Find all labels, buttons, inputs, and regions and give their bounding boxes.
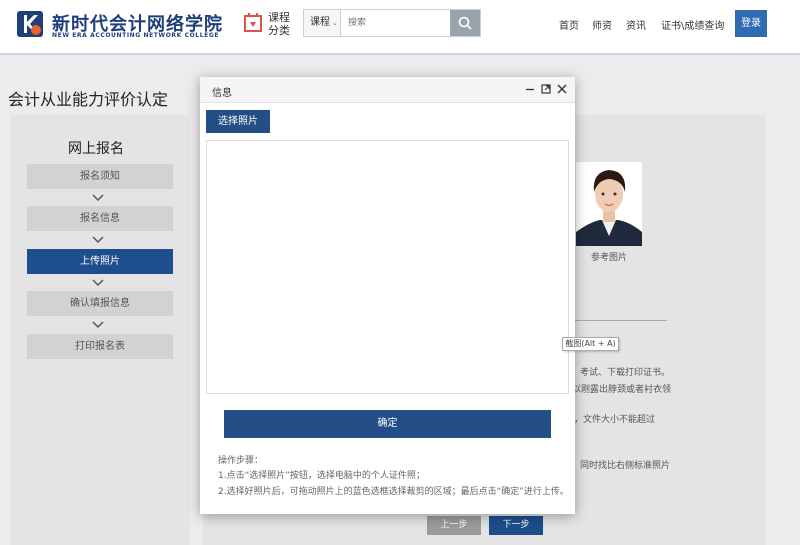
tip-text: ，文件大小不能超过 <box>574 415 656 425</box>
prev-step-button[interactable]: 上一步 <box>427 516 481 535</box>
nav-teachers[interactable]: 师资 <box>592 17 612 32</box>
screenshot-tooltip: 截图(Alt + A) <box>562 337 619 351</box>
instruction-step-2: 2.选择好照片后，可拖动照片上的蓝色选框选择裁剪的区域；最后点击“确定”进行上传… <box>218 487 569 497</box>
logo-icon[interactable] <box>16 10 44 38</box>
nav-home[interactable]: 首页 <box>559 17 579 32</box>
sidebar: 网上报名 报名须知 报名信息 上传照片 确认填报信息 打印报名表 <box>10 115 190 545</box>
reference-photo-label: 参考图片 <box>591 253 628 263</box>
next-step-button[interactable]: 下一步 <box>489 516 543 535</box>
dialog-title: 信息 <box>212 88 232 99</box>
chevron-down-icon: ⌄ <box>332 19 338 27</box>
instructions-title: 操作步骤： <box>218 456 264 466</box>
reference-photo <box>576 162 642 246</box>
search-icon <box>458 16 472 30</box>
chevron-down-icon <box>92 194 104 202</box>
search-button[interactable] <box>450 10 480 36</box>
page-title: 会计从业能力评价认定 <box>8 90 169 109</box>
instruction-step-1: 1.点击“选择照片”按钮，选择电脑中的个人证件照； <box>218 471 425 481</box>
step-print-form[interactable]: 打印报名表 <box>27 334 173 359</box>
chevron-down-icon <box>92 321 104 329</box>
maximize-icon[interactable] <box>540 83 552 95</box>
sidebar-heading: 网上报名 <box>68 141 124 157</box>
search-input[interactable] <box>342 10 450 36</box>
choose-photo-button[interactable]: 选择照片 <box>206 110 270 133</box>
chevron-down-icon <box>92 279 104 287</box>
search-type-label: 课程 <box>310 17 330 28</box>
photo-crop-area[interactable] <box>206 140 569 394</box>
close-icon[interactable] <box>556 83 568 95</box>
nav-certificate-query[interactable]: 证书\成绩查询 <box>661 17 724 32</box>
chevron-down-icon <box>92 236 104 244</box>
minimize-icon[interactable] <box>524 83 536 95</box>
step-confirm-info[interactable]: 确认填报信息 <box>27 291 173 316</box>
dialog-header[interactable]: 信息 <box>200 77 575 103</box>
category-label[interactable]: 课程分类 <box>268 11 292 37</box>
category-icon[interactable] <box>242 12 264 34</box>
tip-text: 同时找比右侧标准照片 <box>580 461 671 471</box>
tip-text: 以刚露出脖颈或者衬衣领 <box>572 385 672 395</box>
nav-news[interactable]: 资讯 <box>626 17 646 32</box>
search-box: 课程 ⌄ <box>303 9 481 37</box>
login-button[interactable]: 登录 <box>735 10 767 37</box>
step-notice[interactable]: 报名须知 <box>27 164 173 189</box>
tip-text: 考试、下载打印证书。 <box>580 368 671 378</box>
logo-subtitle: NEW ERA ACCOUNTING NETWORK COLLEGE <box>52 32 220 39</box>
divider <box>563 320 667 321</box>
step-upload-photo[interactable]: 上传照片 <box>27 249 173 274</box>
search-type-select[interactable]: 课程 ⌄ <box>304 10 341 36</box>
step-info[interactable]: 报名信息 <box>27 206 173 231</box>
upload-photo-dialog: 信息 选择照片 确定 操作步骤： 1.点击“选择照片”按钮，选择电脑中的个人证件… <box>200 77 575 514</box>
confirm-button[interactable]: 确定 <box>224 410 551 438</box>
site-header: 新时代会计网络学院 NEW ERA ACCOUNTING NETWORK COL… <box>0 0 800 55</box>
